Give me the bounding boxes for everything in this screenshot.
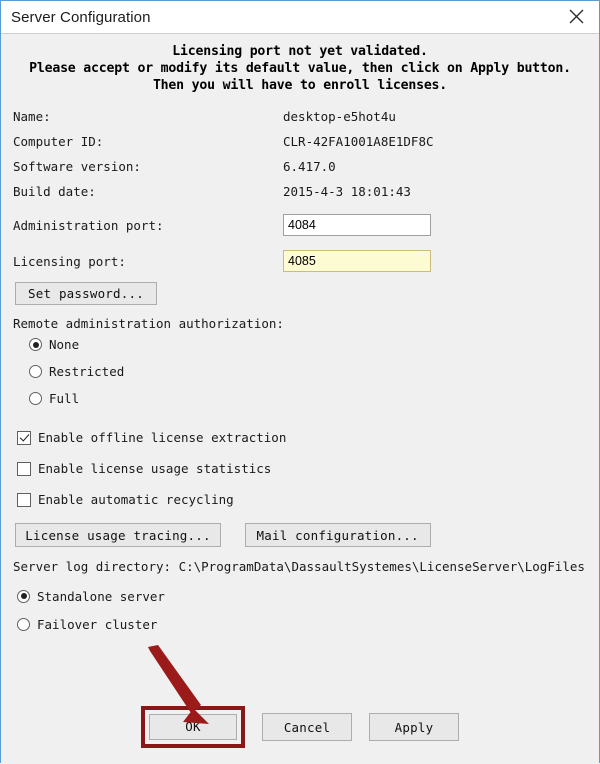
title-bar: Server Configuration xyxy=(1,1,599,34)
radio-label-full: Full xyxy=(49,391,80,406)
administration-port-input[interactable] xyxy=(283,214,431,236)
window-title: Server Configuration xyxy=(11,8,151,26)
apply-button[interactable]: Apply xyxy=(369,713,459,741)
administration-port-label: Administration port: xyxy=(13,217,164,233)
radio-label-failover-cluster: Failover cluster xyxy=(37,616,158,632)
license-usage-tracing-button[interactable]: License usage tracing... xyxy=(15,523,221,547)
remote-administration-label: Remote administration authorization: xyxy=(13,316,284,331)
close-button[interactable] xyxy=(553,1,599,32)
info-row-software-version: Software version: 6.417.0 xyxy=(13,154,599,179)
checkbox-icon-automatic-recycling xyxy=(17,492,31,507)
checkbox-icon-license-usage-statistics xyxy=(17,461,31,476)
checkbox-icon-offline-license-extraction xyxy=(17,430,31,445)
info-label-build-date: Build date: xyxy=(13,184,96,199)
cancel-button[interactable]: Cancel xyxy=(262,713,352,741)
info-label-software-version: Software version: xyxy=(13,159,141,174)
radio-icon-restricted xyxy=(29,365,42,378)
info-value-build-date: 2015-4-3 18:01:43 xyxy=(283,184,411,199)
info-label-name: Name: xyxy=(13,109,51,124)
banner-line-3: Then you will have to enroll licenses. xyxy=(152,78,448,93)
info-row-build-date: Build date: 2015-4-3 18:01:43 xyxy=(13,179,599,204)
server-log-directory-label: Server log directory: xyxy=(13,559,172,574)
set-password-button[interactable]: Set password... xyxy=(15,282,157,305)
radio-label-standalone-server: Standalone server xyxy=(37,588,165,604)
radio-icon-failover-cluster xyxy=(17,617,30,631)
checkbox-automatic-recycling[interactable]: Enable automatic recycling xyxy=(17,484,599,515)
checkbox-offline-license-extraction[interactable]: Enable offline license extraction xyxy=(17,422,599,453)
checkbox-label-offline-license-extraction: Enable offline license extraction xyxy=(38,430,287,445)
checkbox-label-license-usage-statistics: Enable license usage statistics xyxy=(38,461,272,476)
feature-checkbox-group: Enable offline license extraction Enable… xyxy=(1,422,599,515)
licensing-port-row: Licensing port: xyxy=(13,246,599,276)
dialog-body: Licensing port not yet validated. Please… xyxy=(1,34,599,764)
checkbox-label-automatic-recycling: Enable automatic recycling xyxy=(38,492,234,507)
dialog-footer: OK Cancel Apply xyxy=(1,706,599,748)
administration-port-row: Administration port: xyxy=(13,210,599,240)
radio-icon-standalone-server xyxy=(17,589,30,603)
licensing-port-label: Licensing port: xyxy=(13,253,126,269)
licensing-port-input[interactable] xyxy=(283,250,431,272)
server-mode-radio-group: Standalone server Failover cluster xyxy=(1,582,599,638)
info-value-name: desktop-e5hot4u xyxy=(283,109,396,124)
ok-button-highlight-annotation: OK xyxy=(141,706,245,748)
banner-line-2: Please accept or modify its default valu… xyxy=(29,61,571,76)
radio-option-full[interactable]: Full xyxy=(29,385,599,412)
mail-configuration-button[interactable]: Mail configuration... xyxy=(244,523,431,547)
checkbox-license-usage-statistics[interactable]: Enable license usage statistics xyxy=(17,453,599,484)
banner-line-1: Licensing port not yet validated. xyxy=(172,44,428,59)
radio-option-failover-cluster[interactable]: Failover cluster xyxy=(17,610,599,638)
radio-icon-full xyxy=(29,392,42,405)
radio-option-standalone-server[interactable]: Standalone server xyxy=(17,582,599,610)
server-info-table: Name: desktop-e5hot4u Computer ID: CLR-4… xyxy=(13,104,599,204)
validation-banner: Licensing port not yet validated. Please… xyxy=(1,34,599,100)
server-log-directory-path: C:\ProgramData\DassaultSystemes\LicenseS… xyxy=(178,559,585,574)
server-log-directory: Server log directory: C:\ProgramData\Das… xyxy=(13,559,599,574)
radio-label-none: None xyxy=(49,337,80,352)
server-configuration-dialog: Server Configuration Licensing port not … xyxy=(0,0,600,764)
info-value-software-version: 6.417.0 xyxy=(283,159,336,174)
radio-icon-none xyxy=(29,338,42,351)
close-icon xyxy=(569,9,584,24)
radio-option-none[interactable]: None xyxy=(29,331,599,358)
info-value-computer-id: CLR-42FA1001A8E1DF8C xyxy=(283,134,434,149)
ok-button[interactable]: OK xyxy=(149,714,237,740)
info-row-name: Name: desktop-e5hot4u xyxy=(13,104,599,129)
radio-option-restricted[interactable]: Restricted xyxy=(29,358,599,385)
info-label-computer-id: Computer ID: xyxy=(13,134,104,149)
info-row-computer-id: Computer ID: CLR-42FA1001A8E1DF8C xyxy=(13,129,599,154)
radio-label-restricted: Restricted xyxy=(49,364,125,379)
remote-administration-radio-group: None Restricted Full xyxy=(1,331,599,412)
